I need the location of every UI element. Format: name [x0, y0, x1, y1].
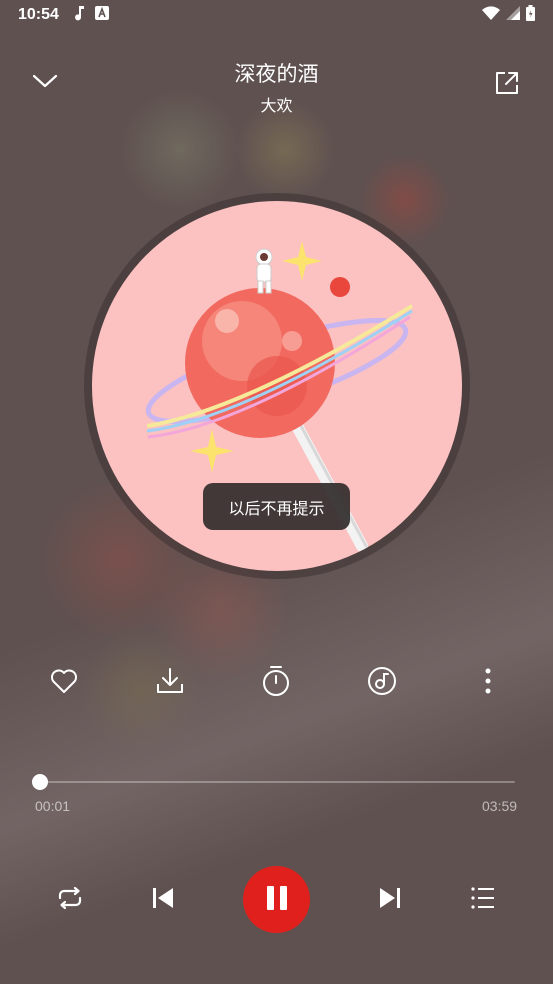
current-time: 00:01 [35, 798, 71, 814]
more-vertical-icon [484, 667, 492, 699]
action-row [0, 664, 553, 704]
previous-button[interactable] [147, 884, 179, 916]
repeat-icon [56, 886, 84, 914]
next-button[interactable] [374, 884, 406, 916]
download-button[interactable] [152, 665, 188, 701]
skip-next-icon [378, 886, 402, 914]
total-time: 03:59 [482, 798, 518, 814]
playlist-icon [470, 886, 496, 914]
share-button[interactable] [492, 70, 522, 100]
song-title: 深夜的酒 [234, 62, 319, 86]
repeat-button[interactable] [54, 884, 86, 916]
battery-icon [526, 4, 535, 26]
playlist-button[interactable] [467, 884, 499, 916]
progress-thumb[interactable] [32, 774, 48, 790]
status-time: 10:54 [18, 6, 59, 23]
signal-icon [506, 5, 520, 25]
toast-message: 以后不再提示 [203, 483, 350, 530]
pause-icon [264, 885, 290, 915]
skip-previous-icon [151, 886, 175, 914]
external-link-icon [494, 70, 520, 100]
wifi-icon [482, 5, 500, 25]
more-button[interactable] [470, 665, 506, 701]
heart-icon [50, 668, 78, 698]
status-bar: 10:54 [0, 0, 553, 30]
font-a-icon [94, 5, 109, 25]
music-disc-icon [367, 666, 397, 700]
sound-effect-button[interactable] [364, 665, 400, 701]
sleep-timer-button[interactable] [258, 665, 294, 701]
play-pause-button[interactable] [243, 866, 310, 933]
player-header: 深夜的酒 大欢 [0, 52, 553, 122]
like-button[interactable] [46, 665, 82, 701]
music-note-icon [73, 5, 85, 26]
timer-icon [261, 665, 291, 701]
playback-controls [0, 866, 553, 934]
song-artist[interactable]: 大欢 [0, 92, 553, 116]
progress-bar[interactable] [40, 781, 515, 783]
download-icon [155, 667, 185, 699]
